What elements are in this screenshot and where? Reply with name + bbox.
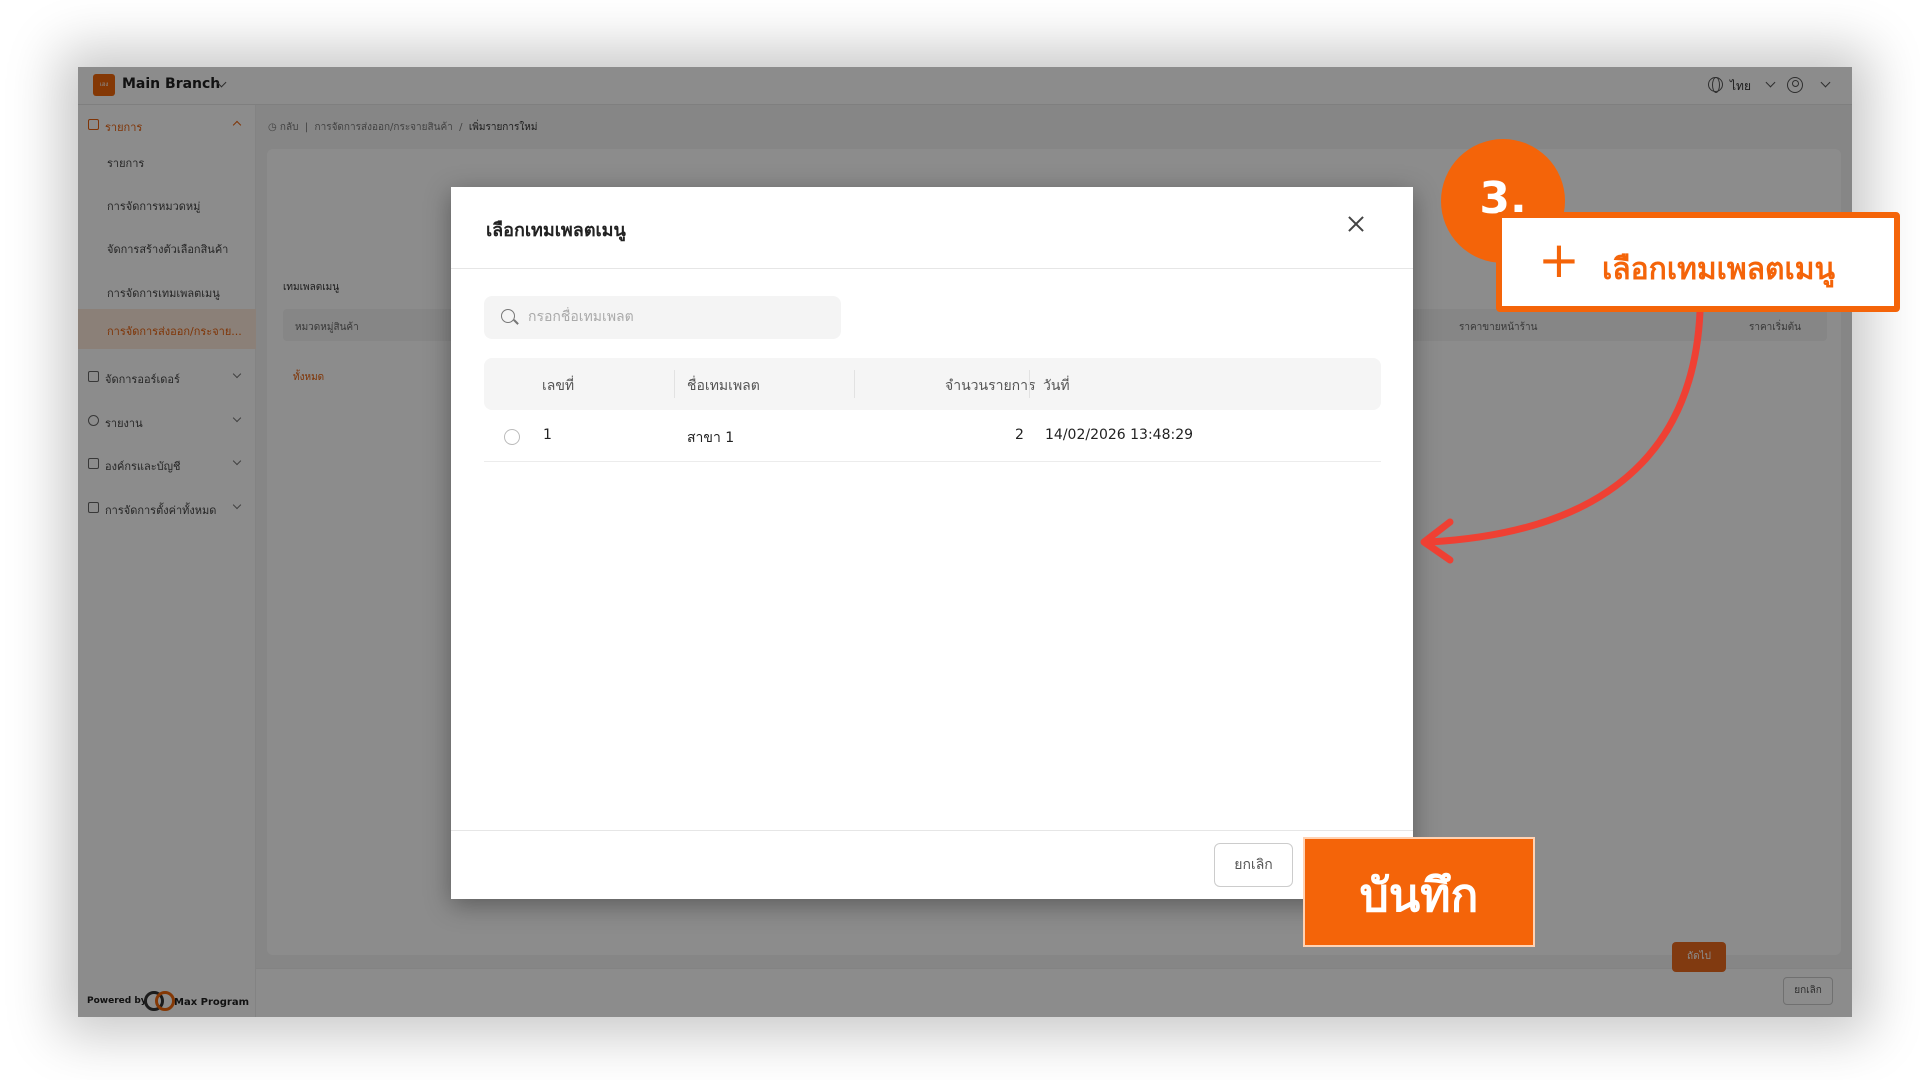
template-table-header: เลขที่ ชื่อเทมเพลต จำนวนรายการ วันที่: [484, 358, 1381, 410]
modal-footer-divider: [451, 830, 1413, 831]
row-number: 1: [543, 427, 552, 443]
row-date: 14/02/2026 13:48:29: [1045, 427, 1194, 443]
row-radio[interactable]: [504, 429, 520, 445]
plus-icon: +: [1538, 231, 1580, 289]
save-button-highlight[interactable]: บันทึก: [1303, 837, 1535, 947]
select-template-callout: + เลือกเทมเพลตเมนู: [1496, 212, 1900, 312]
search-icon: [501, 309, 515, 323]
save-label: บันทึก: [1359, 868, 1479, 922]
column-item-count: จำนวนรายการ: [945, 378, 1036, 394]
template-search-input[interactable]: [528, 307, 828, 327]
column-date: วันที่: [1043, 378, 1070, 394]
row-item-count: 2: [1015, 427, 1024, 443]
close-icon[interactable]: [1341, 209, 1371, 239]
row-template-name: สาขา 1: [687, 430, 735, 446]
modal-cancel-button[interactable]: ยกเลิก: [1214, 843, 1293, 887]
column-template-name: ชื่อเทมเพลต: [687, 378, 760, 394]
modal-title: เลือกเทมเพลตเมนู: [486, 220, 626, 241]
table-row[interactable]: 1 สาขา 1 2 14/02/2026 13:48:29: [484, 410, 1381, 462]
column-divider: [1029, 370, 1030, 398]
column-number: เลขที่: [542, 378, 575, 394]
column-divider: [854, 370, 855, 398]
template-search: [484, 296, 841, 339]
modal-divider: [451, 268, 1413, 269]
select-template-modal: เลือกเทมเพลตเมนู เลขที่ ชื่อเทมเพลต จำนว…: [451, 187, 1413, 899]
column-divider: [674, 370, 675, 398]
callout-label: เลือกเทมเพลตเมนู: [1602, 252, 1836, 287]
